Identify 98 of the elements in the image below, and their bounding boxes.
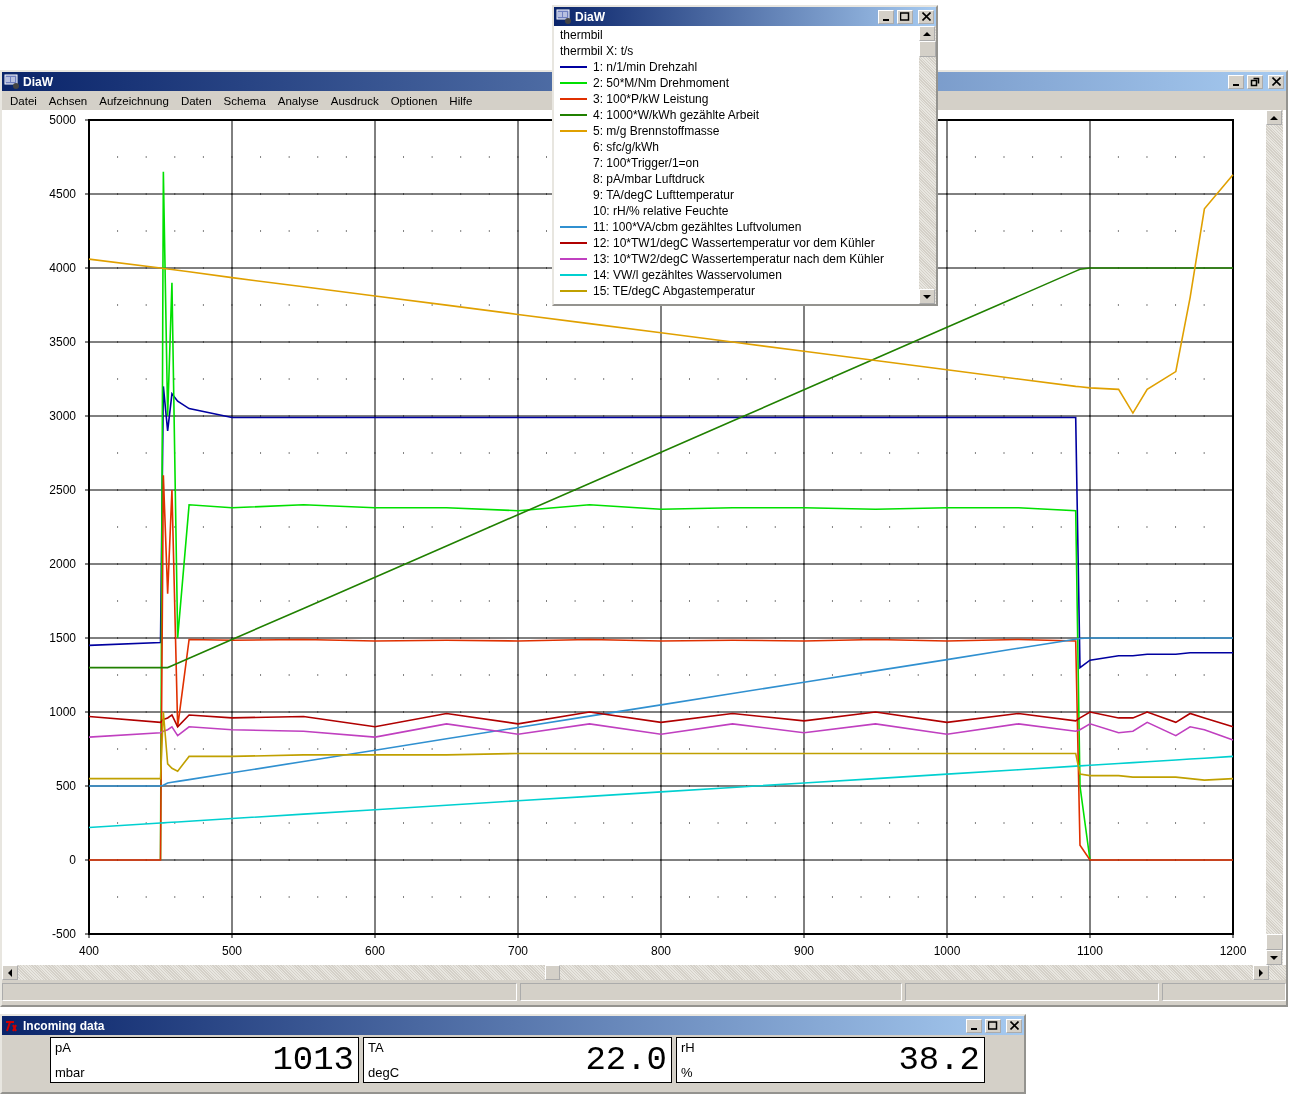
- y-tick-label: 3500: [49, 335, 76, 349]
- legend-heading: thermbil: [560, 27, 604, 43]
- scroll-down-button[interactable]: [919, 289, 935, 304]
- horizontal-scrollbar[interactable]: [2, 965, 1286, 980]
- close-icon: [1009, 1021, 1019, 1030]
- reading-unit: %: [681, 1065, 694, 1080]
- vertical-scrollbar[interactable]: [1266, 110, 1283, 965]
- close-button[interactable]: [1268, 74, 1284, 89]
- minimize-button[interactable]: [1228, 74, 1244, 89]
- arrow-down-icon: [923, 294, 931, 299]
- menu-item[interactable]: Daten: [174, 94, 218, 107]
- minimize-icon: [971, 1027, 977, 1030]
- close-icon: [921, 12, 931, 21]
- y-tick-label: 2500: [49, 483, 76, 497]
- legend-label: 7: 100*Trigger/1=on: [593, 155, 699, 171]
- scroll-left-button[interactable]: [2, 965, 18, 980]
- arrow-down-icon: [1270, 955, 1278, 960]
- minimize-button[interactable]: [878, 9, 894, 24]
- menu-item[interactable]: Aufzeichnung: [93, 94, 175, 107]
- arrow-up-icon: [923, 31, 931, 36]
- x-tick-label: 800: [651, 944, 671, 958]
- x-tick-label: 400: [79, 944, 99, 958]
- reading-value: 38.2: [898, 1041, 980, 1079]
- menu-item[interactable]: Analyse: [271, 94, 325, 107]
- window-title: Incoming data: [23, 1018, 105, 1033]
- y-tick-label: -500: [51, 927, 76, 941]
- x-tick-label: 500: [222, 944, 242, 958]
- legend-heading: thermbil X: t/s: [560, 43, 635, 59]
- app-icon: [4, 73, 20, 90]
- close-button[interactable]: [918, 9, 934, 24]
- legend-label: 9: TA/degC Lufttemperatur: [593, 187, 734, 203]
- window-title: DiaW: [575, 9, 605, 24]
- scroll-right-button[interactable]: [1253, 965, 1269, 980]
- x-tick-label: 1200: [1219, 944, 1247, 958]
- legend-label: 11: 100*VA/cbm gezähltes Luftvolumen: [593, 219, 802, 235]
- y-tick-label: 0: [69, 853, 76, 867]
- app-icon: [556, 8, 572, 25]
- reading-unit: degC: [368, 1065, 400, 1080]
- arrow-right-icon: [1259, 968, 1263, 977]
- reading-value: 22.0: [585, 1041, 667, 1079]
- legend-label: 3: 100*P/kW Leistung: [593, 91, 709, 107]
- scroll-up-button[interactable]: [1266, 110, 1282, 125]
- legend-label: 5: m/g Brennstoffmasse: [593, 123, 720, 139]
- legend-label: 14: VW/l gezähltes Wasservolumen: [593, 267, 782, 283]
- menu-item[interactable]: Optionen: [384, 94, 444, 107]
- reading-name: TA: [368, 1040, 385, 1055]
- minimize-icon: [1233, 83, 1239, 86]
- restore-button[interactable]: [1247, 74, 1263, 89]
- legend-label: 13: 10*TW2/degC Wassertemperatur nach dem Kühler: [593, 251, 885, 267]
- app-icon: [4, 1018, 20, 1033]
- legend-label: 15: TE/degC Abgastemperatur: [593, 283, 755, 299]
- maximize-icon: [900, 11, 910, 22]
- arrow-left-icon: [8, 968, 12, 977]
- minimize-icon: [883, 18, 889, 21]
- scrollbar-thumb[interactable]: [545, 965, 560, 980]
- legend-label: 6: sfc/g/kWh: [593, 139, 660, 155]
- y-tick-label: 4000: [49, 261, 76, 275]
- legend-label: 8: pA/mbar Luftdruck: [593, 171, 705, 187]
- maximize-button[interactable]: [897, 9, 913, 24]
- restore-icon: [1250, 76, 1260, 87]
- reading-unit: mbar: [55, 1065, 85, 1080]
- scrollbar-thumb[interactable]: [919, 41, 936, 57]
- reading-name: pA: [55, 1040, 72, 1055]
- legend-label: 1: n/1/min Drehzahl: [593, 59, 698, 75]
- maximize-icon: [988, 1020, 998, 1031]
- y-tick-label: 5000: [49, 113, 76, 127]
- menu-item[interactable]: Ausdruck: [324, 94, 385, 107]
- maximize-button[interactable]: [985, 1018, 1001, 1033]
- scrollbar-thumb[interactable]: [1266, 934, 1283, 950]
- y-tick-label: 2000: [49, 557, 76, 571]
- scroll-up-button[interactable]: [919, 26, 935, 41]
- reading-value: 1013: [272, 1041, 354, 1079]
- menu-item[interactable]: Schema: [217, 94, 272, 107]
- legend-label: 4: 1000*W/kWh gezählte Arbeit: [593, 107, 760, 123]
- legend-label: 10: rH/% relative Feuchte: [593, 203, 729, 219]
- x-tick-label: 900: [794, 944, 814, 958]
- y-tick-label: 1500: [49, 631, 76, 645]
- x-tick-label: 600: [365, 944, 385, 958]
- window-title: DiaW: [23, 74, 53, 89]
- y-tick-label: 3000: [49, 409, 76, 423]
- minimize-button[interactable]: [966, 1018, 982, 1033]
- legend-label: 2: 50*M/Nm Drehmoment: [593, 75, 730, 91]
- x-tick-label: 700: [508, 944, 528, 958]
- menu-item[interactable]: Datei: [4, 94, 43, 107]
- scroll-down-button[interactable]: [1266, 950, 1282, 965]
- reading-name: rH: [681, 1040, 695, 1055]
- menu-item[interactable]: Hilfe: [443, 94, 479, 107]
- x-tick-label: 1100: [1077, 944, 1103, 958]
- y-tick-label: 1000: [49, 705, 76, 719]
- y-tick-label: 500: [55, 779, 76, 793]
- x-tick-label: 1000: [933, 944, 961, 958]
- arrow-up-icon: [1270, 115, 1278, 120]
- close-icon: [1271, 77, 1281, 86]
- legend-label: 12: 10*TW1/degC Wassertemperatur vor dem Kühler: [593, 235, 875, 251]
- y-tick-label: 4500: [49, 187, 76, 201]
- vertical-scrollbar[interactable]: [919, 26, 936, 304]
- menu-item[interactable]: Achsen: [42, 94, 94, 107]
- close-button[interactable]: [1006, 1018, 1022, 1033]
